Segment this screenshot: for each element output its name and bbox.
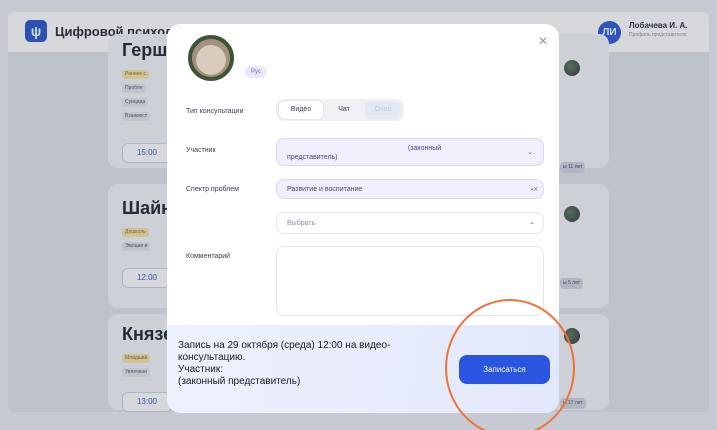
summary-line: Запись на 29 октября (среда) 12:00 на ви… [178,340,391,351]
problem-placeholder: Выбрать [287,220,316,227]
booking-footer: Запись на 29 октября (среда) 12:00 на ви… [167,325,559,413]
psychologist-photo [188,35,234,81]
consult-type-inperson[interactable]: Очно [365,101,401,119]
participant-select[interactable]: (законный представитель) ⌄ [276,138,544,166]
submit-button[interactable]: Записаться [459,355,550,384]
participant-value-bottom: представитель) [287,154,338,161]
participant-value-top: (законный [408,145,442,152]
consult-type-switch: Видео Чат Очно [276,99,404,121]
booking-modal: × Рус Тип консультации Видео Чат Очно Уч… [167,24,559,413]
chevron-down-icon: ⌄ [529,219,535,226]
clear-problem-icon[interactable]: × [533,184,538,194]
comment-textarea[interactable] [276,246,544,316]
summary-line: консультацию. [178,352,246,363]
booking-summary: Запись на 29 октября (среда) 12:00 на ви… [178,340,438,388]
consult-type-video[interactable]: Видео [279,101,323,119]
problem-select[interactable]: Развитие и воспитание ⌄ [276,179,544,199]
close-icon[interactable]: × [536,34,550,50]
problems-label: Спектр проблем [186,186,239,193]
consult-type-label: Тип консультации [186,108,244,115]
problem-selected-value: Развитие и воспитание [287,186,363,193]
summary-line: (законный представитель) [178,376,301,387]
summary-line: Участник: [178,364,223,375]
comment-label: Комментарий [186,253,231,260]
chevron-down-icon: ⌄ [527,149,533,156]
language-badge: Рус [245,66,267,78]
consult-type-chat[interactable]: Чат [326,101,362,119]
problem-add-select[interactable]: Выбрать ⌄ [276,212,544,234]
participant-label: Участник [186,147,216,154]
